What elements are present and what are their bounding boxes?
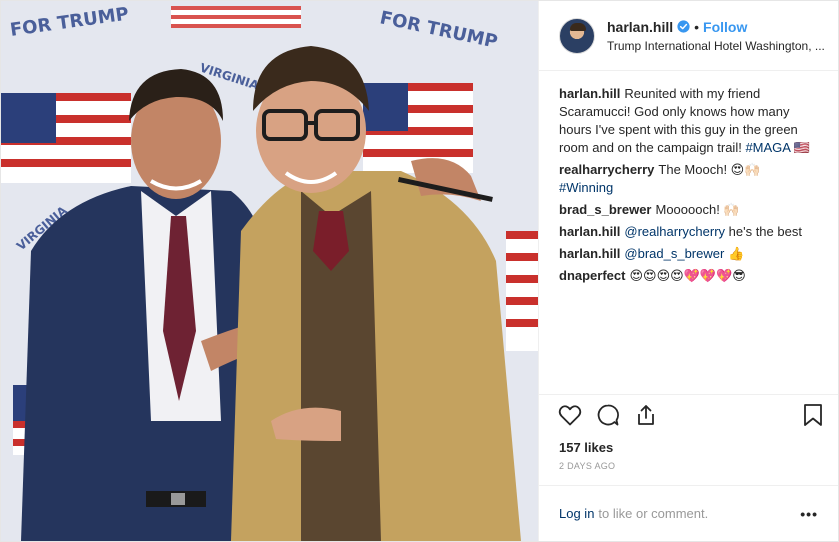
- mention-link[interactable]: @realharrycherry: [624, 224, 725, 239]
- login-link[interactable]: Log in: [559, 506, 594, 521]
- comment-text: The Mooch! 😍🙌🏻: [658, 162, 761, 177]
- comment-item: dnaperfect 😍😍😍😍💖💖💖😎: [559, 267, 818, 285]
- comment-item: harlan.hill @brad_s_brewer 👍: [559, 245, 818, 263]
- post-photo[interactable]: FOR TRUMP FOR TRUMP VIRGINIA VIRGINIA: [1, 1, 538, 541]
- header-text: harlan.hill • Follow Trump International…: [607, 19, 826, 53]
- likes-count[interactable]: 157 likes: [539, 434, 838, 455]
- share-icon[interactable]: [633, 402, 659, 428]
- username-link[interactable]: harlan.hill: [607, 19, 673, 35]
- comment-text: Moooooch! 🙌🏻: [655, 202, 740, 217]
- comment-icon[interactable]: [595, 402, 621, 428]
- comment-username[interactable]: harlan.hill: [559, 86, 620, 101]
- comment-username[interactable]: realharrycherry: [559, 162, 654, 177]
- login-bar: Log in to like or comment. •••: [539, 485, 838, 541]
- login-prompt-text: to like or comment.: [598, 506, 709, 521]
- timestamp[interactable]: 2 DAYS AGO: [539, 455, 838, 485]
- comment-username[interactable]: brad_s_brewer: [559, 202, 652, 217]
- comment-username[interactable]: harlan.hill: [559, 246, 620, 261]
- caption-comment: harlan.hill Reunited with my friend Scara…: [559, 85, 818, 157]
- comment-item: brad_s_brewer Moooooch! 🙌🏻: [559, 201, 818, 219]
- instagram-post: FOR TRUMP FOR TRUMP VIRGINIA VIRGINIA ha…: [0, 0, 839, 542]
- bookmark-icon[interactable]: [800, 402, 826, 428]
- mention-link[interactable]: @brad_s_brewer: [624, 246, 724, 261]
- comment-item: realharrycherry The Mooch! 😍🙌🏻 #Winning: [559, 161, 818, 197]
- separator-dot: •: [694, 18, 700, 35]
- hashtag-link[interactable]: #Winning: [559, 180, 613, 195]
- photo-illustration: FOR TRUMP FOR TRUMP VIRGINIA VIRGINIA: [1, 1, 538, 541]
- comment-username[interactable]: dnaperfect: [559, 268, 625, 283]
- header-row: harlan.hill • Follow: [607, 19, 826, 35]
- comments-list: harlan.hill Reunited with my friend Scara…: [539, 71, 838, 394]
- comment-item: harlan.hill @realharrycherry he's the bes…: [559, 223, 818, 241]
- verified-badge-icon: [677, 20, 690, 33]
- flag-left: [1, 93, 131, 183]
- more-options-button[interactable]: •••: [800, 506, 818, 522]
- post-sidebar: harlan.hill • Follow Trump International…: [538, 1, 838, 541]
- flag-bottom-right: [506, 231, 538, 351]
- post-header: harlan.hill • Follow Trump International…: [539, 1, 838, 71]
- flag-top-center: [171, 6, 301, 28]
- action-bar: [539, 394, 838, 434]
- location-link[interactable]: Trump International Hotel Washington, ..…: [607, 39, 826, 53]
- hashtag-link[interactable]: #MAGA: [745, 140, 790, 155]
- comment-text: 😍😍😍😍💖💖💖😎: [629, 268, 746, 283]
- flag-emoji: 🇺🇸: [793, 140, 811, 155]
- comment-text: 👍: [724, 246, 745, 261]
- comment-username[interactable]: harlan.hill: [559, 224, 620, 239]
- follow-button[interactable]: Follow: [703, 19, 747, 35]
- heart-icon[interactable]: [557, 402, 583, 428]
- comment-text: he's the best: [725, 224, 802, 239]
- avatar[interactable]: [559, 17, 595, 54]
